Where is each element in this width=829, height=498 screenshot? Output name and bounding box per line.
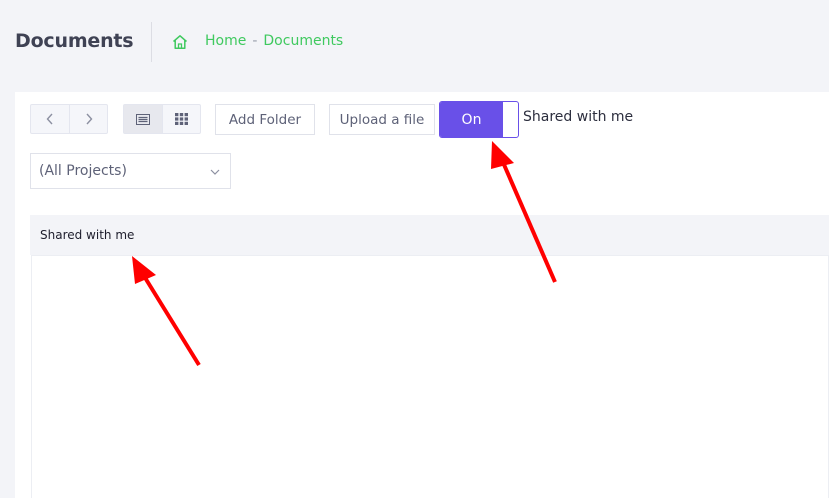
documents-card: Add Folder Upload a file On Shared with …	[15, 92, 829, 498]
section-title: Shared with me	[40, 228, 135, 242]
breadcrumb: Home - Documents	[205, 33, 343, 49]
section-header: Shared with me	[30, 215, 829, 255]
view-mode-group	[123, 104, 201, 134]
page-title: Documents	[15, 30, 134, 52]
page-header: Documents Home - Documents	[0, 0, 829, 84]
toggle-caption: Shared with me	[523, 109, 634, 125]
breadcrumb-home[interactable]: Home	[205, 33, 246, 49]
upload-file-button[interactable]: Upload a file	[329, 104, 435, 135]
history-nav-group	[30, 104, 108, 134]
forward-button[interactable]	[69, 105, 107, 133]
documents-list-pane	[31, 255, 829, 498]
shared-with-me-toggle[interactable]: On	[439, 101, 519, 138]
chevron-down-icon	[210, 169, 220, 175]
chevron-right-icon	[85, 113, 92, 125]
grid-view-icon	[175, 113, 188, 125]
back-button[interactable]	[31, 105, 69, 133]
breadcrumb-documents[interactable]: Documents	[263, 33, 343, 49]
project-select-value: (All Projects)	[39, 163, 127, 179]
chevron-left-icon	[46, 113, 53, 125]
project-select[interactable]: (All Projects)	[30, 153, 231, 189]
add-folder-button[interactable]: Add Folder	[215, 104, 315, 135]
list-view-icon	[136, 113, 150, 125]
toggle-on-label: On	[440, 102, 503, 137]
home-icon[interactable]	[171, 33, 189, 51]
header-divider	[151, 22, 152, 62]
grid-view-button[interactable]	[162, 105, 200, 133]
list-view-button[interactable]	[124, 105, 162, 133]
breadcrumb-separator: -	[252, 33, 258, 49]
